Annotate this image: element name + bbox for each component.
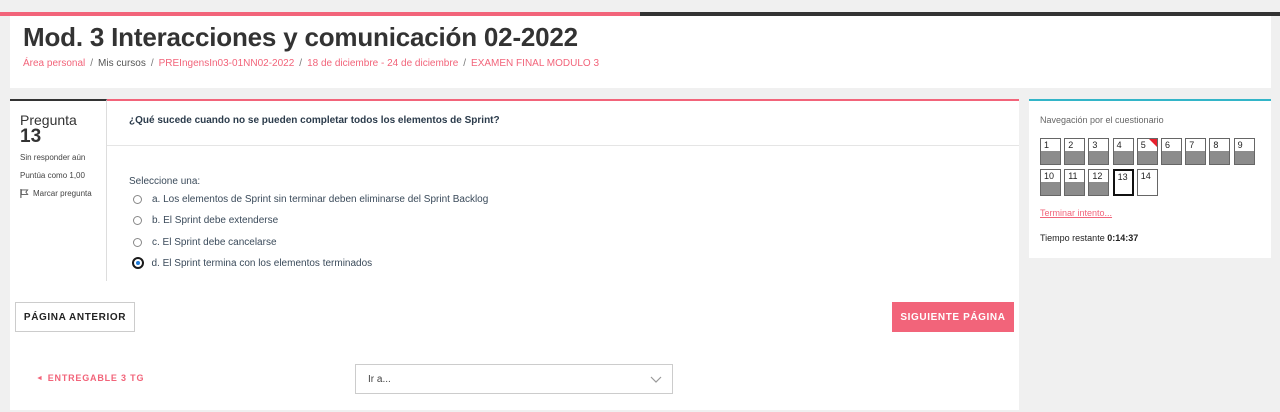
radio-button[interactable] [133, 238, 142, 247]
answer-label: b. El Sprint debe extenderse [152, 215, 279, 226]
quiz-nav-button-3[interactable]: 3 [1088, 138, 1110, 165]
quiz-nav-button-number: 4 [1116, 140, 1122, 150]
breadcrumb: Área personal / Mis cursos / PREIngensIn03-0… [23, 58, 599, 69]
quiz-nav-button-number: 3 [1092, 140, 1098, 150]
page-header: Mod. 3 Interacciones y comunicación 02-2… [10, 16, 1271, 88]
quiz-nav-button-number: 1 [1044, 140, 1050, 150]
quiz-nav-button-number: 5 [1140, 140, 1146, 150]
left-arrow-icon: ◄ [36, 374, 44, 382]
quiz-nav-button-number: 12 [1092, 171, 1103, 181]
radio-button-selected[interactable] [131, 257, 144, 269]
breadcrumb-separator: / [150, 58, 154, 69]
breadcrumb-item-courses[interactable]: Mis cursos [98, 58, 146, 69]
page-title: Mod. 3 Interacciones y comunicación 02-2… [23, 22, 578, 52]
answered-indicator [1065, 151, 1085, 164]
quiz-nav-button-7[interactable]: 7 [1185, 138, 1207, 165]
answered-indicator [1137, 151, 1157, 164]
quiz-nav-button-number: 11 [1068, 171, 1078, 181]
quiz-nav-button-12[interactable]: 12 [1088, 169, 1110, 196]
quiz-nav-button-6[interactable]: 6 [1161, 138, 1182, 165]
breadcrumb-item-home[interactable]: Área personal [23, 58, 85, 69]
quiz-nav-button-2[interactable]: 2 [1064, 138, 1086, 165]
quiz-nav-button-10[interactable]: 10 [1040, 169, 1061, 196]
quiz-nav-button-number: 8 [1213, 140, 1219, 150]
jump-to-select[interactable]: Ir a... [355, 364, 673, 394]
answered-indicator [1113, 151, 1133, 164]
time-remaining-value: 0:14:37 [1107, 233, 1139, 243]
quiz-nav-button-number: 14 [1140, 171, 1151, 181]
finish-attempt-link[interactable]: Terminar intento... [1040, 208, 1112, 218]
question-region: Pregunta 13 Sin responder aún Puntúa com… [10, 99, 1019, 410]
answer-label: d. El Sprint termina con los elementos t… [151, 257, 373, 269]
answer-option-c[interactable]: c. El Sprint debe cancelarse [133, 237, 277, 248]
divider [107, 145, 1019, 146]
answered-indicator [1065, 182, 1085, 195]
question-label: Pregunta [20, 112, 77, 128]
quiz-navigation-title: Navegación por el cuestionario [1040, 115, 1164, 125]
question-status: Sin responder aún [20, 153, 86, 162]
answered-indicator [1162, 151, 1181, 164]
question-text: ¿Qué sucede cuando no se pueden completa… [129, 115, 500, 126]
previous-page-button[interactable]: PÁGINA ANTERIOR [15, 302, 135, 332]
answer-option-b[interactable]: b. El Sprint debe extenderse [133, 215, 278, 226]
answered-indicator [1041, 151, 1060, 164]
quiz-nav-button-number: 2 [1068, 140, 1074, 150]
select-prompt: Seleccione una: [129, 176, 201, 187]
answer-label: c. El Sprint debe cancelarse [152, 237, 277, 248]
chevron-down-icon [650, 376, 662, 383]
quiz-nav-button-number: 13 [1117, 172, 1128, 182]
radio-button[interactable] [133, 195, 142, 204]
quiz-nav-button-number: 10 [1044, 171, 1055, 181]
time-remaining: Tiempo restante 0:14:37 [1040, 233, 1138, 243]
question-number: 13 [20, 126, 42, 147]
breadcrumb-item-week[interactable]: 18 de diciembre - 24 de diciembre [307, 58, 458, 69]
breadcrumb-separator: / [463, 58, 467, 69]
next-page-button[interactable]: SIGUIENTE PÁGINA [892, 302, 1014, 332]
time-remaining-label: Tiempo restante [1040, 233, 1105, 243]
flag-question-label: Marcar pregunta [33, 189, 92, 198]
quiz-navigation-panel: Navegación por el cuestionario 123456789… [1029, 99, 1271, 258]
breadcrumb-separator: / [299, 58, 303, 69]
breadcrumb-separator: / [90, 58, 94, 69]
answer-label: a. Los elementos de Sprint sin terminar … [152, 194, 489, 205]
question-info: Pregunta 13 Sin responder aún Puntúa com… [10, 99, 107, 281]
breadcrumb-item-course[interactable]: PREIngensIn03-01NN02-2022 [159, 58, 295, 69]
answered-indicator [1089, 182, 1109, 195]
quiz-nav-button-14[interactable]: 14 [1136, 169, 1158, 196]
answered-indicator [1234, 151, 1254, 164]
answer-option-a[interactable]: a. Los elementos de Sprint sin terminar … [133, 194, 488, 205]
answered-indicator [1089, 151, 1109, 164]
answered-indicator [1041, 182, 1060, 195]
answered-indicator [1186, 151, 1206, 164]
question-score: Puntúa como 1,00 [20, 171, 85, 180]
quiz-nav-button-number: 9 [1237, 140, 1243, 150]
question-content: ¿Qué sucede cuando no se pueden completa… [107, 99, 1019, 281]
quiz-nav-button-1[interactable]: 1 [1040, 138, 1061, 165]
quiz-nav-button-number: 7 [1189, 140, 1195, 150]
previous-activity-link[interactable]: ◄ ENTREGABLE 3 TG [36, 373, 144, 383]
jump-to-value: Ir a... [368, 373, 391, 385]
quiz-nav-button-13[interactable]: 13 [1112, 169, 1134, 196]
quiz-nav-button-11[interactable]: 11 [1064, 169, 1086, 196]
breadcrumb-item-exam[interactable]: EXAMEN FINAL MODULO 3 [471, 58, 599, 69]
quiz-nav-button-number: 6 [1165, 140, 1171, 150]
flag-icon [20, 189, 29, 198]
flag-indicator-icon [1148, 139, 1157, 147]
quiz-nav-button-5[interactable]: 5 [1136, 138, 1158, 165]
quiz-nav-button-9[interactable]: 9 [1233, 138, 1255, 165]
previous-activity-label: ENTREGABLE 3 TG [47, 373, 145, 383]
flag-question-button[interactable]: Marcar pregunta [20, 189, 106, 198]
answer-option-d[interactable]: d. El Sprint termina con los elementos t… [131, 257, 373, 269]
answered-indicator [1210, 151, 1230, 164]
quiz-nav-button-8[interactable]: 8 [1209, 138, 1231, 165]
radio-button[interactable] [133, 216, 142, 225]
quiz-nav-button-4[interactable]: 4 [1112, 138, 1134, 165]
